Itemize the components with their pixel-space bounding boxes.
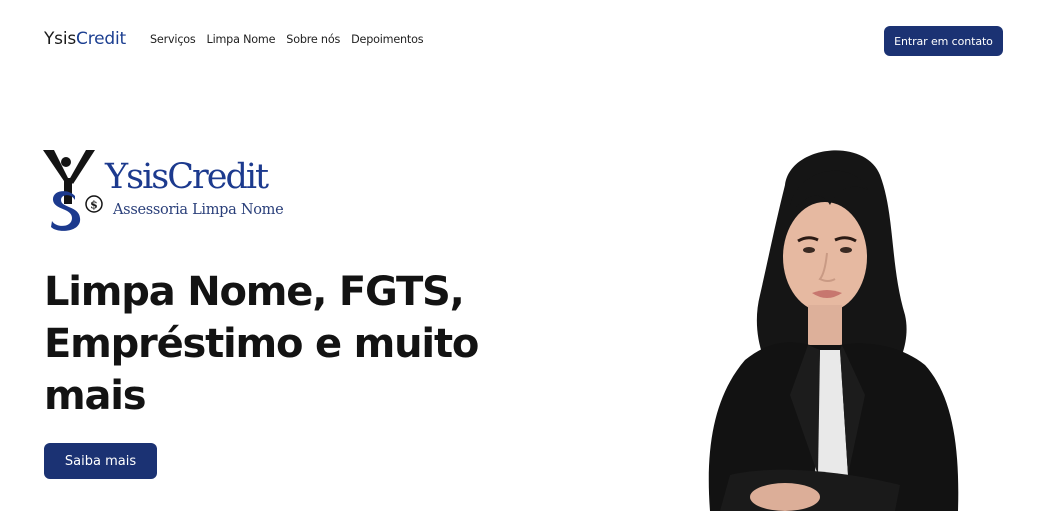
brand-wordmark[interactable]: YsisCredit bbox=[44, 29, 126, 49]
logo-tagline: Assessoria Limpa Nome bbox=[113, 202, 284, 218]
top-navigation: YsisCredit Serviços Limpa Nome Sobre nós… bbox=[0, 0, 1042, 82]
contact-button[interactable]: Entrar em contato bbox=[884, 26, 1003, 56]
nav-link-sobre-nos[interactable]: Sobre nós bbox=[286, 33, 340, 46]
nav-link-depoimentos[interactable]: Depoimentos bbox=[351, 33, 423, 46]
nav-link-limpa-nome[interactable]: Limpa Nome bbox=[207, 33, 276, 46]
hero-logo: $ YsisCredit Assessoria Limpa Nome bbox=[42, 148, 284, 232]
brand-wordmark-part2: Credit bbox=[76, 29, 126, 49]
logo-monogram-icon: $ bbox=[43, 150, 103, 231]
nav-links: Serviços Limpa Nome Sobre nós Depoimento… bbox=[150, 33, 424, 46]
brand-wordmark-part1: Ysis bbox=[44, 29, 77, 49]
woman-portrait-image bbox=[690, 145, 980, 511]
nav-link-servicos[interactable]: Serviços bbox=[150, 33, 196, 46]
logo-name: YsisCredit bbox=[105, 157, 269, 197]
svg-text:$: $ bbox=[90, 199, 98, 212]
saiba-mais-button[interactable]: Saiba mais bbox=[44, 443, 157, 479]
hero-headline: Limpa Nome, FGTS, Empréstimo e muito mai… bbox=[44, 269, 479, 419]
